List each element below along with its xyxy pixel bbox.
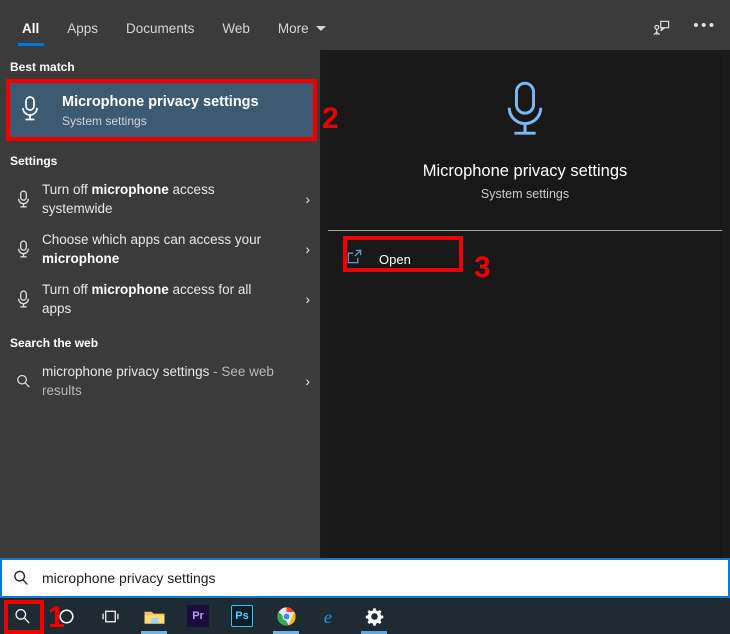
search-input[interactable] xyxy=(42,570,728,586)
tab-more[interactable]: More xyxy=(264,6,340,50)
web-result-item-label: microphone privacy settings - See web re… xyxy=(42,364,274,398)
settings-result-item[interactable]: Turn off microphone access for all apps › xyxy=(0,274,320,324)
annotation-number-3: 3 xyxy=(474,251,491,284)
search-filter-tabbar: All Apps Documents Web More ••• xyxy=(0,6,730,50)
best-match-result[interactable]: Microphone privacy settings System setti… xyxy=(6,82,314,140)
settings-result-item-label: Choose which apps can access your microp… xyxy=(42,232,262,266)
preview-card: Microphone privacy settings System setti… xyxy=(328,54,722,558)
tab-apps-label: Apps xyxy=(67,20,99,36)
settings-results-group: Turn off microphone access systemwide › Ch… xyxy=(0,174,320,324)
taskbar-edge-icon[interactable]: e xyxy=(308,598,352,634)
search-flyout-screen: ▯▯▯ ▯▯▯▯ ▯▯▯▯▯▯ ▯▯ ▯▯ ▯▯▯▯▯ ▯▯▯▯▯▯ ▯▯ ▯▯… xyxy=(0,0,730,634)
taskbar-search-icon[interactable] xyxy=(0,598,44,634)
web-results-group: microphone privacy settings - See web re… xyxy=(0,356,320,406)
preview-divider xyxy=(328,230,722,231)
svg-text:e: e xyxy=(323,607,331,627)
result-preview-pane: Microphone privacy settings System setti… xyxy=(320,50,730,558)
tab-web[interactable]: Web xyxy=(208,6,264,50)
tab-all[interactable]: All xyxy=(8,6,53,50)
tabbar-actions: ••• xyxy=(646,6,720,50)
chevron-right-icon: › xyxy=(305,291,310,307)
preview-open-action[interactable]: Open xyxy=(346,244,411,274)
best-match-heading: Best match xyxy=(10,60,75,74)
open-in-new-icon xyxy=(346,248,363,270)
settings-result-item[interactable]: Turn off microphone access systemwide › xyxy=(0,174,320,224)
premiere-pro-tile-label: Pr xyxy=(187,605,209,627)
search-results-list[interactable]: Best match Microphone privacy settings S… xyxy=(0,50,320,558)
preview-title: Microphone privacy settings xyxy=(422,162,628,180)
tab-web-label: Web xyxy=(222,20,250,36)
settings-result-item-label: Turn off microphone access for all apps xyxy=(42,282,252,316)
photoshop-tile-label: Ps xyxy=(231,605,253,627)
chevron-right-icon: › xyxy=(305,373,310,389)
taskbar-file-explorer-icon[interactable] xyxy=(132,598,176,634)
more-options-label: ••• xyxy=(693,16,717,34)
more-options-icon[interactable]: ••• xyxy=(690,13,720,43)
tab-apps[interactable]: Apps xyxy=(53,6,112,50)
web-heading: Search the web xyxy=(10,336,99,350)
best-match-text: Microphone privacy settings System setti… xyxy=(62,93,259,129)
taskbar-task-view-icon[interactable] xyxy=(88,598,132,634)
tab-all-label: All xyxy=(22,20,40,36)
web-result-item[interactable]: microphone privacy settings - See web re… xyxy=(0,356,320,406)
settings-result-item-label: Turn off microphone access systemwide xyxy=(42,182,215,216)
settings-result-item[interactable]: Choose which apps can access your microp… xyxy=(0,224,320,274)
taskbar-premiere-pro-icon[interactable]: Pr xyxy=(176,598,220,634)
microphone-icon xyxy=(10,289,36,310)
feedback-icon[interactable] xyxy=(646,13,676,43)
taskbar-settings-icon[interactable] xyxy=(352,598,396,634)
chevron-down-icon xyxy=(315,25,326,31)
chevron-right-icon: › xyxy=(305,241,310,257)
search-input-bar[interactable] xyxy=(0,558,730,598)
tab-documents[interactable]: Documents xyxy=(112,6,208,50)
preview-hero: Microphone privacy settings System setti… xyxy=(328,54,722,226)
tab-documents-label: Documents xyxy=(126,20,195,36)
preview-subtitle: System settings xyxy=(480,187,570,201)
best-match-subtitle: System settings xyxy=(62,114,147,128)
annotation-number-1: 1 xyxy=(48,601,65,634)
microphone-icon xyxy=(10,239,36,260)
chevron-right-icon: › xyxy=(305,191,310,207)
taskbar[interactable]: Pr Ps e xyxy=(0,598,730,634)
microphone-icon xyxy=(499,79,551,148)
search-icon xyxy=(12,569,30,587)
microphone-icon xyxy=(10,189,36,210)
taskbar-chrome-icon[interactable] xyxy=(264,598,308,634)
tab-more-label: More xyxy=(277,20,309,36)
search-icon xyxy=(10,373,36,390)
microphone-icon xyxy=(18,94,42,129)
best-match-title: Microphone privacy settings xyxy=(62,94,259,110)
annotation-number-2: 2 xyxy=(322,102,339,135)
windows-search-panel: All Apps Documents Web More ••• Best mat… xyxy=(0,6,730,558)
preview-open-label: Open xyxy=(379,251,411,267)
taskbar-photoshop-icon[interactable]: Ps xyxy=(220,598,264,634)
settings-heading: Settings xyxy=(10,154,58,168)
